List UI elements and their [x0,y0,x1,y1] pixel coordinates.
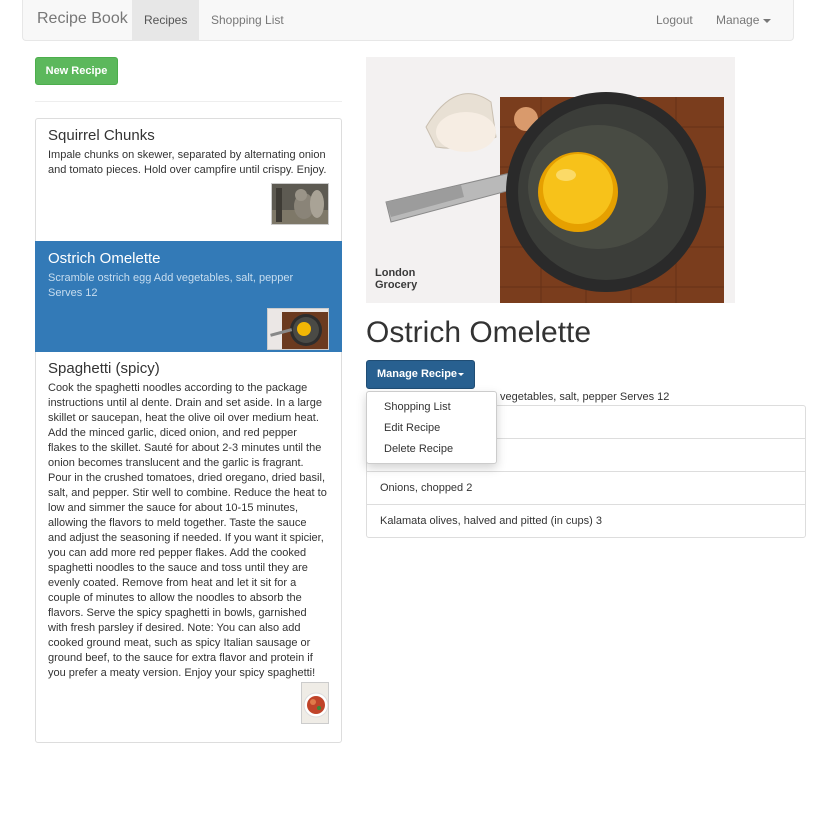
divider [35,101,342,102]
recipe-title: Ostrich Omelette [48,250,161,267]
squirrel-thumbnail-image [271,183,329,225]
recipe-description: Impale chunks on skewer, separated by al… [48,149,327,176]
ingredient-item: Kalamata olives, halved and pitted (in c… [366,504,806,538]
recipe-list: Squirrel Chunks Impale chunks on skewer,… [35,118,342,743]
london-grocery-logo: London Grocery [375,267,418,291]
manage-dropdown-toggle[interactable]: Manage [704,0,783,40]
recipe-title: Spaghetti (spicy) [48,360,160,377]
manage-recipe-label: Manage Recipe [376,368,458,380]
recipe-item-spaghetti-spicy[interactable]: Spaghetti (spicy) Cook the spaghetti noo… [35,351,342,743]
ostrich-egg-pan-illustration [366,57,735,303]
recipe-title: Squirrel Chunks [48,127,155,144]
menu-item-delete-recipe[interactable]: Delete Recipe [367,439,496,460]
recipe-hero-image: London Grocery [366,57,735,303]
recipe-item-squirrel-chunks[interactable]: Squirrel Chunks Impale chunks on skewer,… [35,118,342,242]
recipe-detail-title: Ostrich Omelette [366,316,592,349]
tab-recipes[interactable]: Recipes [132,0,200,40]
tab-shopping-list[interactable]: Shopping List [199,0,296,40]
ingredient-item: Onions, chopped 2 [366,471,806,505]
spaghetti-thumbnail-image [301,682,329,724]
menu-item-edit-recipe[interactable]: Edit Recipe [367,418,496,439]
menu-item-shopping-list[interactable]: Shopping List [367,397,496,418]
recipe-description: Scramble ostrich egg Add vegetables, sal… [48,272,294,299]
caret-down-icon [763,18,772,23]
brand-link[interactable]: Recipe Book [37,10,128,28]
recipe-item-ostrich-omelette[interactable]: Ostrich Omelette Scramble ostrich egg Ad… [35,241,342,352]
caret-down-icon [458,372,465,376]
manage-recipe-dropdown-menu: Shopping List Edit Recipe Delete Recipe [366,391,497,464]
logout-link[interactable]: Logout [644,0,705,40]
new-recipe-button[interactable]: New Recipe [35,57,118,85]
omelette-thumbnail-image [267,308,329,350]
manage-recipe-button[interactable]: Manage Recipe [366,360,475,389]
navbar: Recipe Book Recipes Shopping List Logout… [22,0,794,41]
recipe-description: Cook the spaghetti noodles according to … [48,382,327,679]
manage-label: Manage [716,13,760,27]
